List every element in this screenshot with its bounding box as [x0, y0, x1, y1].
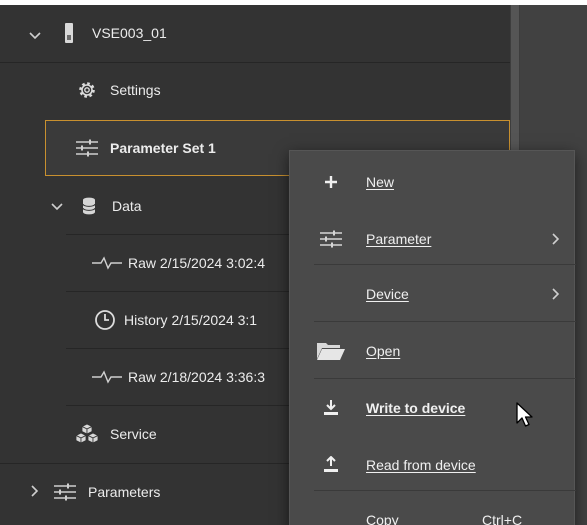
sliders-icon — [54, 481, 76, 503]
device-label: VSE003_01 — [92, 25, 167, 41]
menu-item-label: Open — [366, 342, 401, 359]
menu-item-device[interactable]: Device — [290, 265, 576, 322]
tree-node-settings[interactable]: Settings — [76, 62, 161, 118]
folder-open-icon — [316, 339, 346, 363]
data-item-label: Raw 2/18/2024 3:36:3 — [128, 369, 265, 385]
cubes-icon — [74, 423, 100, 445]
data-label: Data — [112, 198, 142, 214]
tree-node-device[interactable]: VSE003_01 — [58, 5, 167, 61]
tree-node-data[interactable]: Data — [78, 178, 142, 234]
sliders-icon — [76, 137, 98, 159]
settings-label: Settings — [110, 82, 161, 98]
tree-node-parameter-set[interactable]: Parameter Set 1 — [76, 120, 216, 176]
menu-item-shortcut: Ctrl+C — [482, 511, 523, 525]
parameter-set-label: Parameter Set 1 — [110, 140, 216, 156]
upload-icon — [316, 453, 346, 477]
waveform-icon — [92, 252, 122, 274]
menu-item-label: Parameter — [366, 230, 432, 247]
menu-item-label: New — [366, 173, 395, 190]
data-item-label: History 2/15/2024 3:1 — [124, 312, 258, 328]
chevron-down-icon[interactable] — [28, 28, 42, 42]
data-item-label: Raw 2/15/2024 3:02:4 — [128, 255, 265, 271]
menu-item-copy[interactable]: Copy Ctrl+C — [290, 491, 576, 525]
menu-item-label: Copy — [366, 511, 399, 525]
service-label: Service — [110, 426, 157, 442]
download-icon — [316, 396, 346, 420]
menu-item-read-from-device[interactable]: Read from device — [290, 436, 576, 493]
sliders-icon — [316, 227, 346, 251]
chevron-right-icon — [552, 287, 560, 300]
tree-node-data-raw[interactable]: Raw 2/15/2024 3:02:4 — [92, 235, 265, 291]
database-icon — [78, 195, 100, 217]
plus-icon — [316, 170, 346, 194]
gear-icon — [76, 79, 98, 101]
menu-item-parameter[interactable]: Parameter — [290, 210, 576, 267]
chevron-right-icon — [552, 232, 560, 245]
tree-node-service[interactable]: Service — [74, 406, 157, 462]
menu-item-open[interactable]: Open — [290, 322, 576, 379]
menu-item-label: Device — [366, 285, 409, 302]
chevron-down-icon[interactable] — [50, 199, 64, 213]
context-menu: New Parameter Device Open Write to devic… — [289, 150, 576, 525]
menu-item-label: Read from device — [366, 456, 476, 473]
clock-icon — [94, 309, 116, 331]
tree-node-data-history[interactable]: History 2/15/2024 3:1 — [94, 292, 257, 348]
tree-node-data-raw[interactable]: Raw 2/18/2024 3:36:3 — [92, 349, 265, 405]
parameters-label: Parameters — [88, 484, 161, 500]
tree-node-parameters[interactable]: Parameters — [54, 464, 160, 520]
chevron-right-icon[interactable] — [27, 484, 41, 498]
menu-item-label: Write to device — [366, 399, 466, 416]
mouse-cursor-icon — [516, 402, 533, 427]
waveform-icon — [92, 366, 122, 388]
device-icon — [58, 22, 80, 44]
menu-item-new[interactable]: New — [290, 153, 576, 210]
